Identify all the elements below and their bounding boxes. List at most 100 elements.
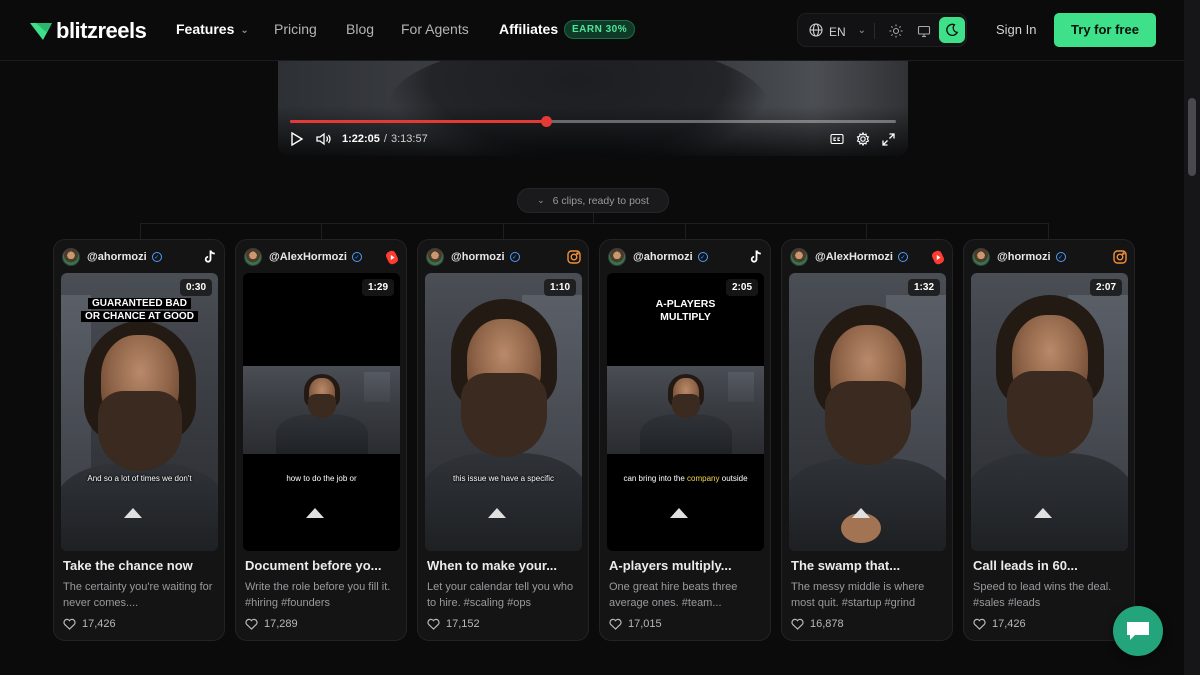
clip-card[interactable]: @AlexHormozi ✓ 1:29 how to do the job or… [235, 239, 407, 641]
heart-icon [245, 618, 258, 630]
clip-card[interactable]: @AlexHormozi ✓ 1:32 The swamp that... Th… [781, 239, 953, 641]
clip-description: Let your calendar tell you who to hire. … [427, 581, 574, 609]
clip-description: One great hire beats three average ones.… [609, 581, 738, 609]
time-separator: / [383, 133, 387, 145]
clip-overlay-title: A-PLAYERS MULTIPLY [655, 298, 716, 323]
play-indicator-icon [852, 508, 870, 518]
clip-card[interactable]: @ahormozi ✓ 0:30 GUARANTEED BAD OR CHANC… [53, 239, 225, 641]
light-mode-button[interactable] [887, 22, 905, 40]
logo[interactable]: blitzreels [30, 18, 147, 44]
chat-bubble-icon [1127, 622, 1149, 640]
current-time: 1:22:05 [342, 133, 380, 145]
clip-description: The certainty you're waiting for never c… [63, 581, 213, 609]
clip-overlay-title: GUARANTEED BAD OR CHANCE AT GOOD [61, 297, 218, 323]
nav-features-label: Features [176, 21, 235, 37]
clip-likes[interactable]: 17,152 [427, 618, 480, 630]
verified-badge-icon: ✓ [351, 252, 362, 262]
connector-line [593, 213, 594, 223]
top-navbar: blitzreels Features ⌄ Pricing Blog For Ag… [0, 0, 1184, 61]
nav-pricing[interactable]: Pricing [274, 21, 317, 37]
heart-icon [427, 618, 440, 630]
likes-count: 17,152 [446, 618, 480, 630]
chevron-down-icon: ⌄ [857, 25, 867, 36]
verified-badge-icon: ✓ [697, 252, 708, 262]
connector-line [321, 223, 322, 240]
connector-line [503, 223, 504, 240]
clip-card[interactable]: @hormozi ✓ 2:07 Call leads in 60... Spee… [963, 239, 1135, 641]
heart-icon [791, 618, 804, 630]
verified-badge-icon: ✓ [897, 252, 908, 262]
clip-duration: 1:10 [543, 279, 576, 296]
clip-card-header: @hormozi ✓ [426, 248, 582, 266]
clip-likes[interactable]: 17,015 [609, 618, 662, 630]
total-time: 3:13:57 [390, 133, 428, 145]
globe-icon [809, 23, 823, 40]
clip-likes[interactable]: 16,878 [791, 618, 844, 630]
captions-icon [830, 133, 844, 145]
clip-title: Take the chance now [63, 558, 193, 573]
video-frame [607, 366, 764, 454]
avatar [972, 248, 990, 266]
clip-description: Write the role before you fill it. #hiri… [245, 581, 391, 609]
chat-widget-button[interactable] [1113, 606, 1163, 656]
moon-icon [946, 23, 959, 36]
page-scrollbar-thumb[interactable] [1188, 98, 1196, 176]
clip-caption: this issue we have a specific [453, 474, 554, 483]
clip-title: When to make your... [427, 558, 558, 573]
logo-text: blitzreels [56, 18, 147, 43]
clip-title: Document before yo... [245, 558, 382, 573]
language-selector[interactable]: EN ⌄ [809, 23, 866, 40]
avatar [62, 248, 80, 266]
likes-count: 17,426 [82, 618, 116, 630]
clip-handle: @hormozi [451, 251, 505, 263]
divider [874, 23, 875, 39]
nav-for-agents[interactable]: For Agents [401, 21, 469, 37]
connector-line [140, 223, 141, 240]
settings-button[interactable] [856, 131, 870, 147]
connector-line [1048, 223, 1049, 240]
dark-mode-button[interactable] [939, 17, 965, 43]
captions-button[interactable] [830, 131, 844, 147]
clip-duration: 1:29 [361, 279, 394, 296]
clip-title: A-players multiply... [609, 558, 732, 573]
play-indicator-icon [306, 508, 324, 518]
system-mode-button[interactable] [915, 22, 933, 40]
clip-handle: @AlexHormozi [269, 251, 347, 263]
nav-features[interactable]: Features ⌄ [176, 21, 249, 37]
verified-badge-icon: ✓ [509, 252, 520, 262]
verified-badge-icon: ✓ [1055, 252, 1066, 262]
clip-handle: @AlexHormozi [815, 251, 893, 263]
tiktok-icon [202, 249, 218, 265]
sign-in-link[interactable]: Sign In [996, 22, 1036, 37]
volume-button[interactable] [316, 131, 332, 147]
avatar [608, 248, 626, 266]
avatar [426, 248, 444, 266]
avatar [244, 248, 262, 266]
clip-card[interactable]: @ahormozi ✓ 2:05 A-PLAYERS MULTIPLY can … [599, 239, 771, 641]
nav-blog[interactable]: Blog [346, 21, 374, 37]
clip-likes[interactable]: 17,289 [245, 618, 298, 630]
fullscreen-button[interactable] [882, 131, 895, 147]
verified-badge-icon: ✓ [151, 252, 162, 262]
likes-count: 17,426 [992, 618, 1026, 630]
monitor-icon [917, 25, 931, 38]
clip-caption: how to do the job or [286, 474, 357, 483]
try-for-free-button[interactable]: Try for free [1054, 13, 1156, 47]
clips-ready-pill[interactable]: ⌄ 6 clips, ready to post [517, 188, 669, 213]
expand-icon [882, 132, 895, 146]
clip-handle: @ahormozi [87, 251, 147, 263]
clip-likes[interactable]: 17,426 [973, 618, 1026, 630]
play-button[interactable] [291, 131, 303, 147]
clip-card-header: @AlexHormozi ✓ [244, 248, 400, 266]
clip-card[interactable]: @hormozi ✓ 1:10 this issue we have a spe… [417, 239, 589, 641]
clip-duration: 0:30 [179, 279, 212, 296]
clip-duration: 2:05 [725, 279, 758, 296]
heart-icon [973, 618, 986, 630]
nav-affiliates[interactable]: Affiliates [499, 21, 558, 37]
clip-likes[interactable]: 17,426 [63, 618, 116, 630]
play-indicator-icon [670, 508, 688, 518]
video-player[interactable]: 1:22:05 / 3:13:57 [278, 61, 908, 156]
progress-bar[interactable] [290, 116, 896, 127]
clip-duration: 1:32 [907, 279, 940, 296]
clip-card-header: @hormozi ✓ [972, 248, 1128, 266]
